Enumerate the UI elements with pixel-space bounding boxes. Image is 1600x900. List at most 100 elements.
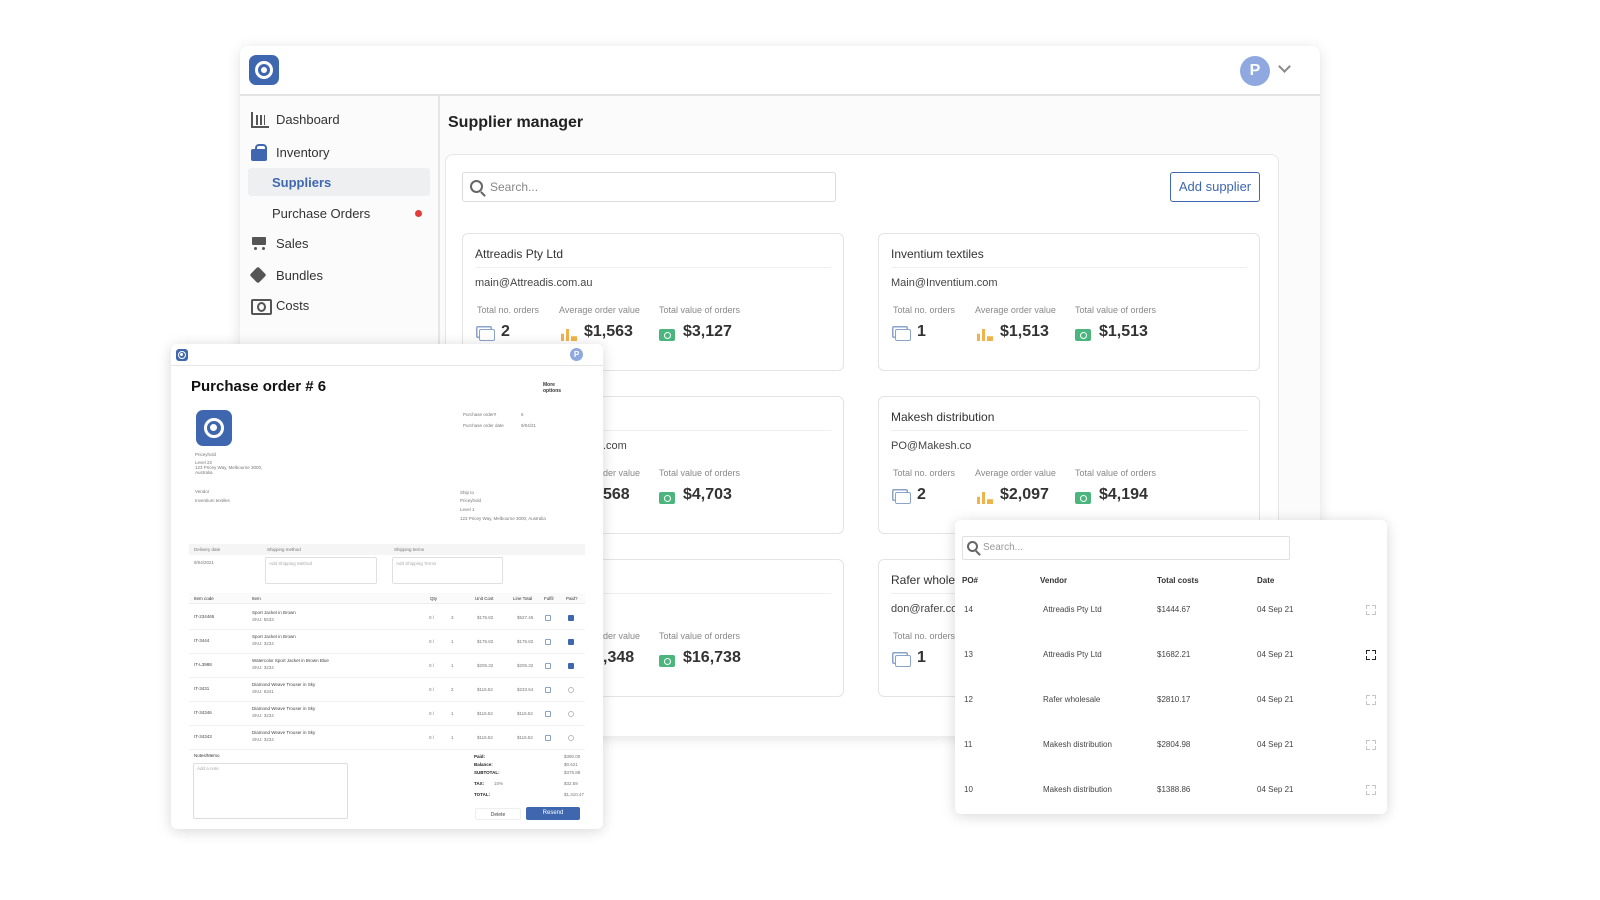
paid-checkbox[interactable] <box>568 687 574 693</box>
table-row[interactable]: IT-34343 Diamond Weave Trouser in Sky SKU:… <box>189 726 585 750</box>
delete-button[interactable]: Delete <box>475 808 521 820</box>
po-number: 10 <box>964 785 973 794</box>
table-row[interactable]: IT-3444 Sport Jacket in Brown SKU: 3234 0 /… <box>189 630 585 654</box>
search-placeholder: Search... <box>490 180 539 194</box>
more-options-button[interactable]: More options <box>543 382 573 394</box>
table-row[interactable]: IT-234465 Sport Jacket in Brown SKU: 5533 0… <box>189 606 585 630</box>
search-input[interactable]: Search... <box>462 172 836 202</box>
fulfil-icon[interactable] <box>545 735 551 741</box>
qty-stepper[interactable]: 1 <box>451 735 454 740</box>
paid-checkbox[interactable] <box>568 639 574 645</box>
sidebar-item-label: Suppliers <box>272 174 332 190</box>
cash-icon <box>659 655 675 667</box>
shipping-terms-field[interactable]: Add Shipping Terms <box>392 557 503 584</box>
total-order-value: $4,194 <box>1099 486 1148 503</box>
app-logo-icon[interactable] <box>176 349 188 361</box>
total-cost: $2804.98 <box>1157 740 1191 749</box>
app-logo-icon[interactable] <box>249 55 279 85</box>
sidebar-item-inventory[interactable]: Inventory <box>250 139 430 165</box>
sidebar-item-dashboard[interactable]: Dashboard <box>250 106 430 132</box>
fulfil-icon[interactable] <box>545 663 551 669</box>
fulfil-icon[interactable] <box>545 615 551 621</box>
table-row[interactable]: 14 Attreadis Pty Ltd $1444.67 04 Sep 21 <box>955 587 1387 631</box>
total-label: TOTAL: <box>474 792 491 797</box>
qty-stepper[interactable]: 1 <box>451 639 454 644</box>
ship-to-line: 123 Pricey Way, Melbourne 3000, Australi… <box>460 516 546 521</box>
avg-order-value: $2,097 <box>1000 486 1049 503</box>
total-label: Paid: <box>474 754 486 759</box>
chart-icon <box>250 110 270 128</box>
supplier-name: Attreadis Pty Ltd <box>475 247 564 261</box>
fulfil-icon[interactable] <box>545 639 551 645</box>
add-supplier-button[interactable]: Add supplier <box>1170 172 1260 202</box>
shipping-terms-placeholder: Add Shipping Terms <box>396 561 437 566</box>
supplier-name: Inventium textiles <box>891 247 984 261</box>
resend-button[interactable]: Resend <box>526 807 580 820</box>
sidebar-item-purchase-orders[interactable]: Purchase Orders <box>248 200 430 226</box>
po-number: 12 <box>964 695 973 704</box>
supplier-card[interactable]: Inventium textiles Main@Inventium.com To… <box>878 233 1260 371</box>
ship-to-line: Priceyhold <box>460 498 482 503</box>
item-name: Sport Jacket in Brown <box>252 610 296 615</box>
expand-icon[interactable] <box>1366 740 1376 750</box>
qty-stepper[interactable]: 1 <box>451 663 454 668</box>
expand-icon[interactable] <box>1366 605 1376 615</box>
item-code: IT-3431 <box>194 686 210 691</box>
table-row[interactable]: 12 Rafer wholesale $2810.17 04 Sep 21 <box>955 677 1387 721</box>
notes-textarea[interactable]: Add a note <box>193 763 348 819</box>
stat-label: Average order value <box>975 468 1056 478</box>
table-row[interactable]: 11 Makesh distribution $2804.98 04 Sep 21 <box>955 722 1387 766</box>
fulfil-icon[interactable] <box>545 687 551 693</box>
stat-label: Total value of orders <box>659 305 741 315</box>
received-qty: 0 / <box>429 639 435 644</box>
shipping-method-field[interactable]: Add Shipping Method <box>265 557 377 584</box>
qty-stepper[interactable]: 2 <box>451 687 454 692</box>
qty-stepper[interactable]: 1 <box>451 711 454 716</box>
delivery-date-value[interactable]: 9/04/2021 <box>194 560 214 565</box>
vendor-name: Attreadis Pty Ltd <box>1043 605 1102 614</box>
ship-to-line: Level 1 <box>460 507 475 512</box>
sidebar-item-label: Dashboard <box>276 111 340 127</box>
order-date: 04 Sep 21 <box>1257 695 1294 704</box>
stat-label: Total no. orders <box>477 305 540 315</box>
sidebar-item-suppliers[interactable]: Suppliers <box>248 168 430 196</box>
paid-checkbox[interactable] <box>568 711 574 717</box>
sidebar-item-bundles[interactable]: Bundles <box>250 262 430 288</box>
user-avatar[interactable]: P <box>570 348 583 361</box>
sidebar-item-sales[interactable]: Sales <box>250 230 430 256</box>
sidebar-item-label: Purchase Orders <box>272 205 371 221</box>
item-code: IT-34343 <box>194 734 212 739</box>
total-label: TAX: <box>474 781 485 786</box>
unit-cost: $116.82 <box>477 711 493 716</box>
search-icon <box>470 180 483 193</box>
total-value: $0.621 <box>564 762 578 767</box>
col-total-costs: Total costs <box>1157 576 1199 585</box>
paid-checkbox[interactable] <box>568 615 574 621</box>
supplier-card[interactable]: Makesh distribution PO@Makesh.co Total n… <box>878 396 1260 534</box>
expand-icon[interactable] <box>1366 695 1376 705</box>
qty-stepper[interactable]: 3 <box>451 615 454 620</box>
orders-count: 1 <box>917 649 926 666</box>
table-row[interactable]: IT-34346 Diamond Weave Trouser in Sky SKU:… <box>189 702 585 726</box>
expand-icon[interactable] <box>1366 650 1376 660</box>
table-row[interactable]: 10 Makesh distribution $1388.86 04 Sep 21 <box>955 767 1387 811</box>
sidebar-item-costs[interactable]: Costs <box>250 292 430 318</box>
table-row[interactable]: 13 Attreadis Pty Ltd $1682.21 04 Sep 21 <box>955 632 1387 676</box>
paid-checkbox[interactable] <box>568 663 574 669</box>
expand-icon[interactable] <box>1366 785 1376 795</box>
received-qty: 0 / <box>429 663 435 668</box>
stat-label: Total value of orders <box>659 468 741 478</box>
table-row[interactable]: IT-L3988 Watercolor Sport Jacket in Brown… <box>189 654 585 678</box>
item-name: Diamond Weave Trouser in Sky <box>252 682 316 687</box>
search-input[interactable]: Search... <box>962 536 1290 560</box>
paid-checkbox[interactable] <box>568 735 574 741</box>
chevron-down-icon[interactable] <box>1278 60 1291 73</box>
fulfil-icon[interactable] <box>545 711 551 717</box>
user-avatar[interactable]: P <box>1240 56 1270 86</box>
table-row[interactable]: IT-3431 Diamond Weave Trouser in Sky SKU: … <box>189 678 585 702</box>
order-date: 04 Sep 21 <box>1257 605 1294 614</box>
tax-rate: 10% <box>494 781 504 786</box>
avg-order-value: ,348 <box>603 649 635 666</box>
po-number: 11 <box>964 740 973 749</box>
po-date-value: 9/04/21 <box>521 423 537 428</box>
